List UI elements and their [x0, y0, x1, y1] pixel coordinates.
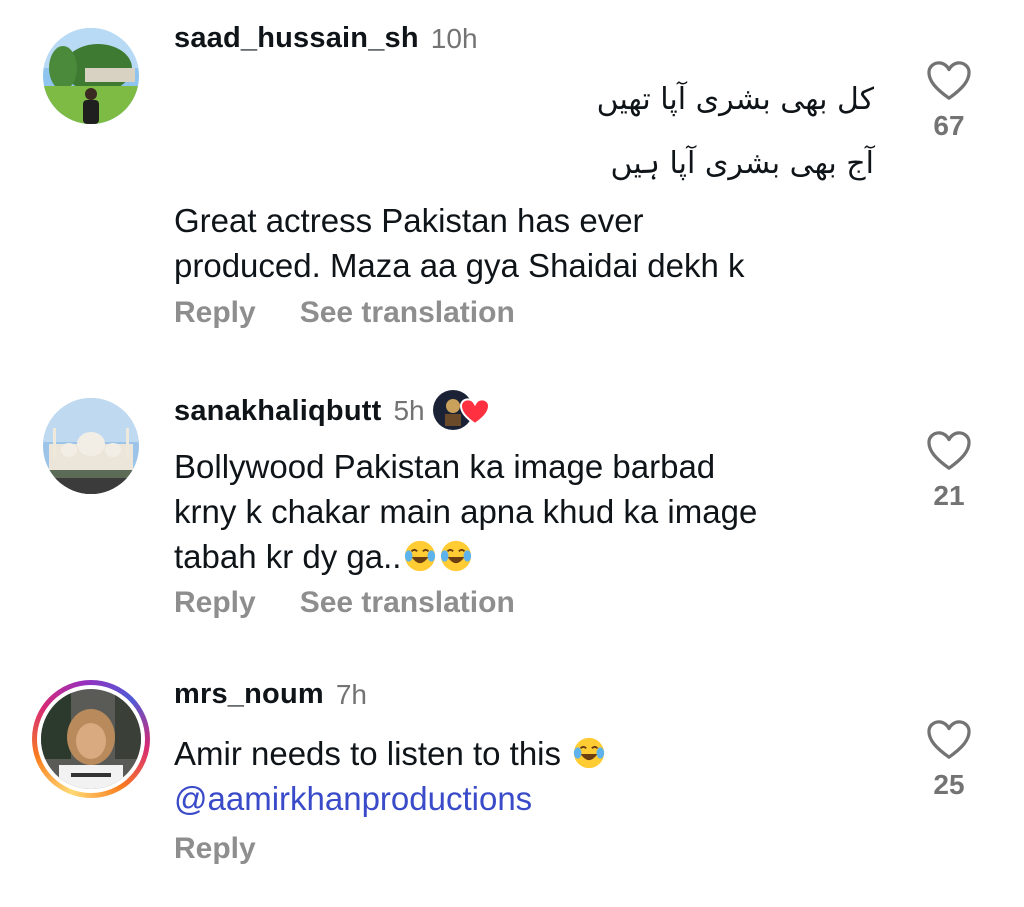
- comment-header: mrs_noum 7h: [174, 678, 367, 711]
- avatar[interactable]: [43, 28, 139, 124]
- reply-button[interactable]: Reply: [174, 296, 256, 330]
- comment-text-line: tabah kr dy ga..: [174, 534, 874, 579]
- like-button[interactable]: 67: [922, 60, 976, 142]
- heart-filled-icon: [459, 398, 490, 426]
- like-count: 21: [933, 480, 965, 511]
- like-count: 25: [933, 769, 965, 800]
- username[interactable]: sanakhaliqbutt: [174, 395, 381, 428]
- reply-button[interactable]: Reply: [174, 586, 256, 620]
- comment-text-fragment: tabah kr dy ga..: [174, 538, 402, 575]
- timestamp: 10h: [430, 22, 478, 54]
- face-with-tears-of-joy-icon: [405, 540, 436, 572]
- mention-link[interactable]: @aamirkhanproductions: [174, 776, 874, 821]
- timestamp: 7h: [335, 678, 368, 710]
- comment-text: Bollywood Pakistan ka image barbad krny …: [174, 444, 874, 579]
- like-button[interactable]: 25: [922, 719, 976, 801]
- username[interactable]: mrs_noum: [174, 678, 324, 711]
- story-ring[interactable]: [32, 680, 150, 798]
- face-with-tears-of-joy-icon: [441, 540, 472, 572]
- timestamp: 5h: [393, 395, 425, 426]
- avatar[interactable]: [41, 689, 141, 789]
- reply-button[interactable]: Reply: [174, 832, 256, 866]
- comment-urdu-line-1: کل بھی بشری آپا تھیں: [596, 82, 874, 117]
- like-button[interactable]: 21: [922, 430, 976, 512]
- heart-outline-icon: [927, 720, 971, 759]
- comment-urdu-line-2: آج بھی بشری آپا ہیں: [610, 146, 874, 181]
- comment-actions: Reply See translation: [174, 586, 515, 620]
- comment-actions: Reply See translation: [174, 296, 515, 330]
- comment-text-line: krny k chakar main apna khud ka image: [174, 493, 758, 530]
- like-count: 67: [933, 110, 965, 141]
- comment-text: Great actress Pakistan has ever produced…: [174, 198, 874, 288]
- comment-text-line: produced. Maza aa gya Shaidai dekh k: [174, 247, 745, 284]
- comment-actions: Reply: [174, 832, 256, 866]
- comment-text-fragment: Amir needs to listen to this: [174, 735, 571, 772]
- creator-liked-badge: [432, 390, 491, 432]
- heart-outline-icon: [927, 431, 971, 470]
- see-translation-button[interactable]: See translation: [300, 296, 515, 330]
- comment-text-line: Bollywood Pakistan ka image barbad: [174, 448, 716, 485]
- comment-text-line: Great actress Pakistan has ever: [174, 202, 644, 239]
- heart-outline-icon: [927, 61, 971, 100]
- comment-header: saad_hussain_sh 10h: [174, 22, 478, 55]
- see-translation-button[interactable]: See translation: [300, 586, 515, 620]
- avatar[interactable]: [43, 398, 139, 494]
- comment-text-line: Amir needs to listen to this: [174, 731, 874, 776]
- comment-header: sanakhaliqbutt 5h: [174, 390, 491, 432]
- face-with-tears-of-joy-icon: [574, 737, 605, 769]
- comment-text: Amir needs to listen to this @aamirkhanp…: [174, 731, 874, 821]
- username[interactable]: saad_hussain_sh: [174, 22, 419, 55]
